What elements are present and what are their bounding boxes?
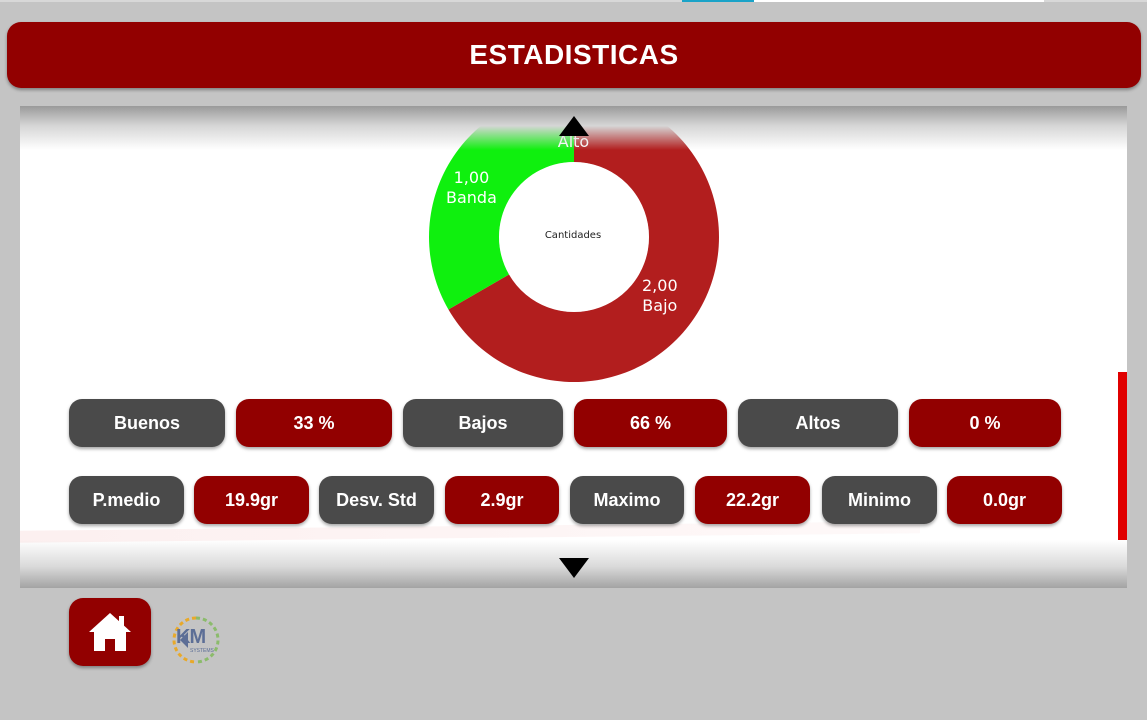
pmedio-label: P.medio xyxy=(69,476,184,524)
home-icon xyxy=(89,613,131,651)
down-arrow-icon[interactable] xyxy=(559,558,589,578)
slice-name-banda: Banda xyxy=(446,188,497,207)
minimo-value: 0.0gr xyxy=(947,476,1062,524)
buenos-label: Buenos xyxy=(69,399,225,447)
slice-name-bajo: Bajo xyxy=(642,296,678,315)
altos-label: Altos xyxy=(738,399,898,447)
top-accent xyxy=(682,0,754,2)
desv-std-label: Desv. Std xyxy=(319,476,434,524)
donut-center-label: Cantidades xyxy=(544,230,602,241)
page-title: ESTADISTICAS xyxy=(469,39,679,70)
slice-value-bajo: 2,00 xyxy=(642,276,678,295)
bajos-value: 66 % xyxy=(574,399,727,447)
home-button[interactable] xyxy=(69,598,151,666)
title-bar: ESTADISTICAS xyxy=(7,22,1141,88)
minimo-label: Minimo xyxy=(822,476,937,524)
slice-label-bajo: 2,00 Bajo xyxy=(642,276,678,316)
bajos-label: Bajos xyxy=(403,399,563,447)
up-arrow-icon[interactable] xyxy=(559,116,589,136)
statistics-panel[interactable]: 1,00 Banda 2,00 Bajo Alto Cantidades Bue… xyxy=(20,106,1127,588)
scrollbar-thumb[interactable] xyxy=(1118,372,1127,540)
logo-text: KM xyxy=(176,626,206,648)
desv-std-value: 2.9gr xyxy=(445,476,559,524)
slice-label-banda: 1,00 Banda xyxy=(446,168,497,208)
maximo-value: 22.2gr xyxy=(695,476,810,524)
slice-value-banda: 1,00 xyxy=(453,168,490,187)
top-accent-white xyxy=(754,0,1044,2)
pmedio-value: 19.9gr xyxy=(194,476,309,524)
logo-subtext: SYSTEMS xyxy=(190,648,214,654)
buenos-value: 33 % xyxy=(236,399,392,447)
altos-value: 0 % xyxy=(909,399,1061,447)
maximo-label: Maximo xyxy=(570,476,684,524)
